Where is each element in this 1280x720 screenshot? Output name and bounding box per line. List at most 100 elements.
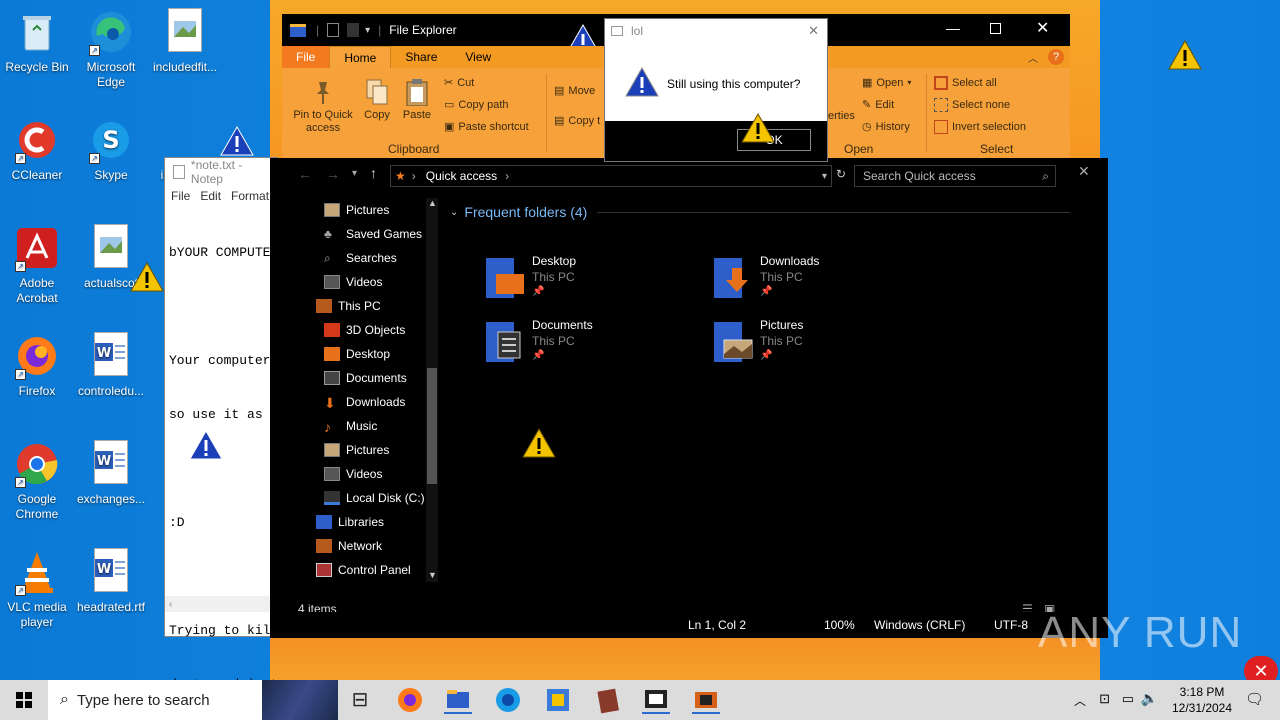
desktop-icon-vlc[interactable]: ↗ VLC media player — [0, 548, 74, 630]
up-arrow-icon[interactable]: ↑ — [370, 165, 377, 181]
notification-icon[interactable]: 🗨 — [1245, 690, 1264, 708]
refresh-icon[interactable]: ↻ — [836, 167, 846, 181]
notepad-titlebar[interactable]: *note.txt - Notep — [165, 158, 277, 186]
minimize-icon[interactable]: — — [946, 20, 960, 36]
move-to-button[interactable]: ▤ Move — [554, 84, 595, 98]
paste-shortcut-button[interactable]: ▣ Paste shortcut — [444, 120, 529, 134]
help-icon[interactable]: ? — [1048, 49, 1064, 65]
nav-item-libraries[interactable]: Libraries — [316, 510, 384, 534]
properties-button[interactable]: erties — [828, 110, 855, 122]
nav-item-videos[interactable]: Videos — [324, 270, 382, 294]
task-view-icon[interactable]: ⊟ — [346, 686, 374, 714]
taskbar-app-icon[interactable] — [594, 686, 622, 714]
nav-item-pictures[interactable]: Pictures — [324, 198, 389, 222]
ribbon-collapse-icon[interactable]: ︿ — [1028, 50, 1038, 65]
nav-item-this-pc[interactable]: This PC — [316, 294, 381, 318]
maximize-icon[interactable] — [990, 23, 1001, 34]
tab-file[interactable]: File — [282, 46, 330, 68]
desktop-icon-headrated[interactable]: W headrated.rtf — [74, 548, 148, 615]
dialog-titlebar[interactable]: lol ✕ — [605, 19, 827, 43]
desktop-icon-google-chrome[interactable]: ↗ Google Chrome — [0, 440, 74, 522]
qat-newfolder-icon[interactable] — [347, 23, 360, 37]
nav-item-3d-objects[interactable]: 3D Objects — [324, 318, 405, 342]
taskbar-app-icon[interactable] — [642, 686, 670, 714]
recent-dropdown-icon[interactable]: ▾ — [352, 168, 357, 179]
desktop-icon-microsoft-edge[interactable]: ↗ Microsoft Edge — [74, 8, 148, 90]
scroll-up-icon[interactable]: ▲ — [428, 198, 437, 208]
network-icon[interactable]: ▭ — [1122, 691, 1134, 707]
copy-to-button[interactable]: ▤ Copy t — [554, 114, 600, 128]
taskbar-search[interactable]: ⌕ Type here to search — [48, 680, 338, 720]
address-dropdown-icon[interactable]: ▾ — [822, 171, 827, 182]
close-icon[interactable]: ✕ — [1078, 163, 1090, 180]
notepad-menu-file[interactable]: File — [171, 189, 190, 203]
taskbar-firefox-icon[interactable] — [494, 686, 522, 714]
copy-button[interactable]: Copy — [360, 78, 394, 121]
taskbar-app-icon[interactable] — [692, 686, 720, 714]
nav-item-saved-games[interactable]: ♣ Saved Games — [324, 222, 422, 246]
pin-quick-access-button[interactable]: Pin to Quick access — [288, 78, 358, 135]
desktop-icon-includedfit[interactable]: includedfit... — [148, 8, 222, 75]
folder-tile-desktop[interactable]: Desktop This PC 📌 — [486, 254, 686, 310]
nav-item-desktop[interactable]: Desktop — [324, 342, 390, 366]
taskbar-edge-icon[interactable] — [396, 686, 424, 714]
nav-item-pictures-2[interactable]: Pictures — [324, 438, 389, 462]
back-arrow-icon[interactable]: ← — [298, 166, 312, 182]
taskbar-explorer-icon[interactable] — [444, 686, 472, 714]
open-button[interactable]: ▦ Open ▾ — [862, 76, 911, 90]
nav-scroll-thumb[interactable] — [427, 368, 437, 484]
desktop-icon-adobe-acrobat[interactable]: ↗ Adobe Acrobat — [0, 224, 74, 306]
folder-tile-downloads[interactable]: Downloads This PC 📌 — [714, 254, 914, 310]
select-none-button[interactable]: Select none — [934, 98, 1010, 112]
paste-button[interactable]: Paste — [400, 78, 434, 121]
chevron-up-icon[interactable]: ︿ — [1074, 692, 1086, 709]
close-icon[interactable]: ✕ — [808, 23, 819, 39]
qat-dropdown-icon[interactable]: ▾ — [365, 25, 370, 36]
address-bar[interactable]: ★ › Quick access › ▾ — [390, 165, 832, 187]
tab-share[interactable]: Share — [391, 46, 451, 68]
nav-item-videos-2[interactable]: Videos — [324, 462, 382, 486]
copy-path-button[interactable]: ▭ Copy path — [444, 98, 509, 112]
nav-item-searches[interactable]: ⌕ Searches — [324, 246, 397, 270]
cut-button[interactable]: ✂ Cut — [444, 76, 474, 90]
tab-home[interactable]: Home — [329, 46, 392, 68]
tray-app-icon[interactable]: ⊡ — [1099, 691, 1110, 707]
message-dialog[interactable]: lol ✕ Still using this computer? OK — [604, 18, 828, 162]
nav-item-documents[interactable]: Documents — [324, 366, 407, 390]
scroll-down-icon[interactable]: ▼ — [428, 570, 437, 580]
edit-button[interactable]: ✎ Edit — [862, 98, 894, 112]
nav-item-control-panel[interactable]: Control Panel — [316, 558, 411, 582]
volume-icon[interactable]: 🔈 — [1141, 690, 1158, 707]
desktop-icon-exchanges[interactable]: W exchanges... — [74, 440, 148, 507]
folder-tile-pictures[interactable]: Pictures This PC 📌 — [714, 318, 914, 374]
close-icon[interactable]: ✕ — [1036, 18, 1049, 38]
folder-tile-documents[interactable]: Documents This PC 📌 — [486, 318, 686, 374]
frequent-folders-header[interactable]: ⌄ Frequent folders (4) — [450, 204, 1070, 220]
desktop-icon-controledu[interactable]: W controledu... — [74, 332, 148, 399]
qat-properties-icon[interactable] — [327, 23, 340, 37]
taskbar-app-icon[interactable] — [544, 686, 572, 714]
tab-view[interactable]: View — [451, 46, 505, 68]
breadcrumb-quick-access[interactable]: Quick access — [426, 169, 497, 183]
notepad-menu-format[interactable]: Format — [231, 189, 269, 203]
nav-item-network[interactable]: Network — [316, 534, 382, 558]
nav-scrollbar[interactable]: ▲ ▼ — [426, 198, 438, 582]
taskbar-clock[interactable]: 3:18 PM 12/31/2024 — [1168, 684, 1236, 716]
invert-selection-button[interactable]: Invert selection — [934, 120, 1026, 134]
desktop-icon-recycle-bin[interactable]: Recycle Bin — [0, 8, 74, 75]
search-input[interactable]: Search Quick access ⌕ — [854, 165, 1056, 187]
notepad-text-area[interactable]: bYOUR COMPUTER Your computer w so use it… — [165, 206, 277, 720]
desktop-icon-ccleaner[interactable]: ↗ CCleaner — [0, 116, 74, 183]
forward-arrow-icon[interactable]: → — [326, 166, 340, 182]
nav-item-music[interactable]: ♪ Music — [324, 414, 377, 438]
start-button[interactable] — [0, 680, 48, 720]
notepad-window[interactable]: *note.txt - Notep File Edit Format bYOUR… — [164, 157, 278, 692]
nav-item-local-disk[interactable]: Local Disk (C:) — [324, 486, 425, 510]
history-button[interactable]: ◷ History — [862, 120, 910, 134]
desktop-icon-skype[interactable]: S ↗ Skype — [74, 116, 148, 183]
desktop-icon-firefox[interactable]: ↗ Firefox — [0, 332, 74, 399]
notepad-h-scrollbar[interactable]: ‹ — [165, 596, 277, 612]
select-all-button[interactable]: Select all — [934, 76, 997, 90]
nav-item-downloads[interactable]: ⬇ Downloads — [324, 390, 405, 414]
notepad-menu-edit[interactable]: Edit — [200, 189, 221, 203]
